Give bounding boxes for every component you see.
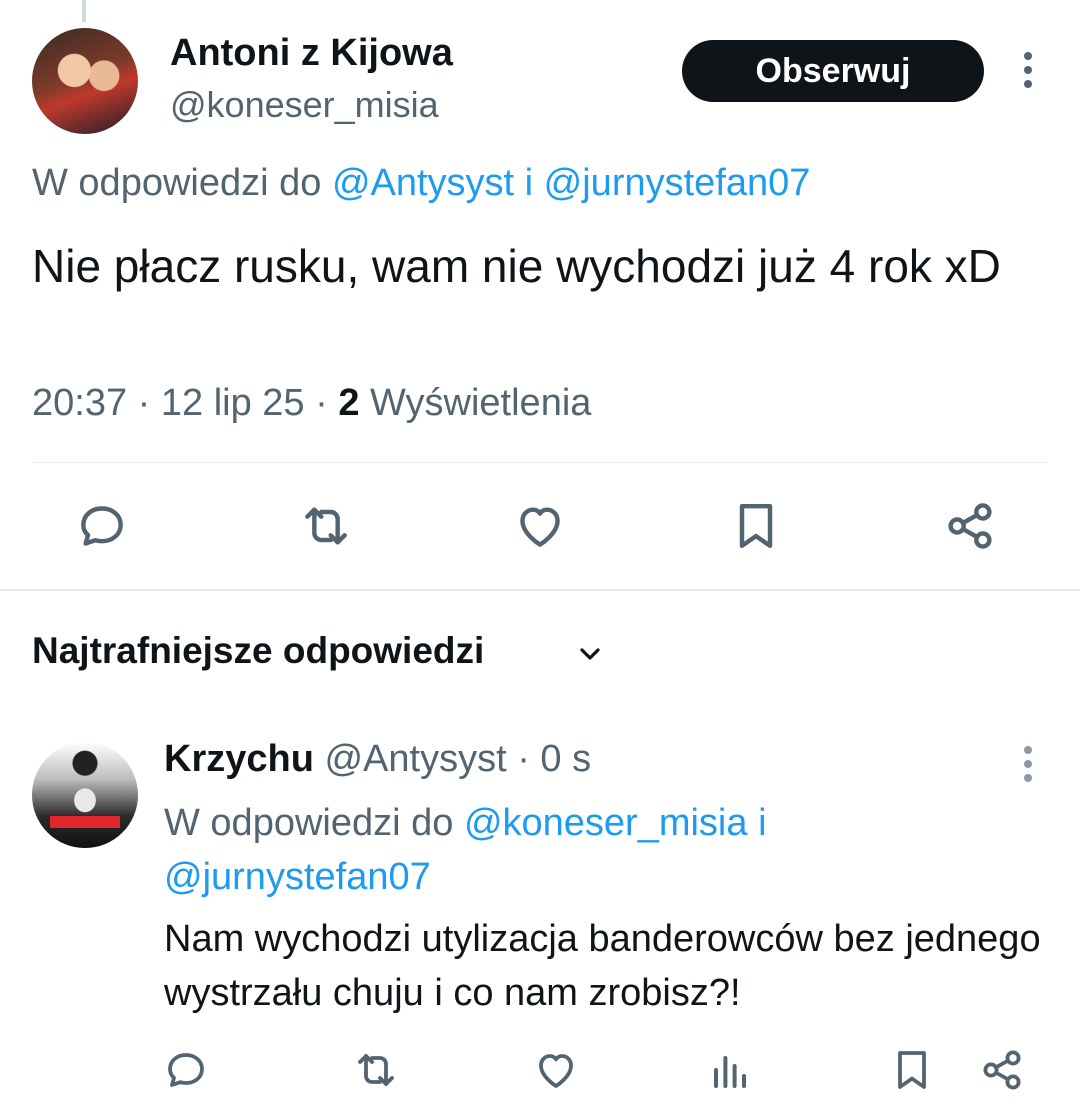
reply-replying-to: W odpowiedzi do @koneser_misia i @jurnys… (164, 796, 1044, 904)
divider (32, 462, 1048, 463)
chevron-down-icon[interactable] (574, 638, 606, 670)
follow-button[interactable]: Obserwuj (682, 40, 984, 102)
bookmark-icon[interactable] (728, 498, 784, 554)
author-name[interactable]: Antoni z Kijowa (170, 32, 453, 75)
replying-to-line: W odpowiedzi do @Antysyst i @jurnystefan… (32, 162, 810, 205)
like-icon[interactable] (532, 1046, 580, 1094)
repost-icon[interactable] (298, 498, 354, 554)
reply-author-meta[interactable]: @Antysyst · 0 s (314, 738, 591, 780)
reply-text: Nam wychodzi utylizacja banderowców bez … (164, 918, 1041, 1014)
replying-to-prefix: W odpowiedzi do (32, 162, 332, 204)
avatar-flag-decoration (50, 816, 120, 828)
reply-header: Krzychu @Antysyst · 0 s (164, 738, 591, 781)
reply-author-avatar[interactable] (32, 742, 138, 848)
like-icon[interactable] (512, 498, 568, 554)
views-label: Wyświetlenia (359, 382, 592, 424)
tweet-meta: 20:37 · 12 lip 25 · 2 Wyświetlenia (32, 382, 591, 425)
replies-sort-label[interactable]: Najtrafniejsze odpowiedzi (32, 630, 484, 672)
views-icon[interactable] (706, 1046, 754, 1094)
more-options-icon[interactable] (1018, 744, 1038, 784)
more-options-icon[interactable] (1018, 50, 1038, 90)
thread-connector-line (82, 0, 86, 22)
replying-to-mentions[interactable]: @Antysyst i @jurnystefan07 (332, 162, 810, 204)
reply-mention-1[interactable]: @koneser_misia i (464, 802, 767, 844)
reply-mention-2[interactable]: @jurnystefan07 (164, 856, 431, 898)
reply-replying-to-prefix: W odpowiedzi do (164, 802, 464, 844)
tweet-timestamp[interactable]: 20:37 · 12 lip 25 · (32, 382, 338, 424)
section-divider (0, 589, 1080, 591)
repost-icon[interactable] (352, 1046, 400, 1094)
share-icon[interactable] (942, 498, 998, 554)
bookmark-icon[interactable] (888, 1046, 936, 1094)
author-handle[interactable]: @koneser_misia (170, 84, 439, 126)
reply-icon[interactable] (162, 1046, 210, 1094)
reply-author-name[interactable]: Krzychu (164, 738, 314, 780)
author-avatar[interactable] (32, 28, 138, 134)
reply-icon[interactable] (74, 498, 130, 554)
share-icon[interactable] (978, 1046, 1026, 1094)
views-count: 2 (338, 382, 360, 424)
tweet-text: Nie płacz rusku, wam nie wychodzi już 4 … (32, 240, 1001, 292)
